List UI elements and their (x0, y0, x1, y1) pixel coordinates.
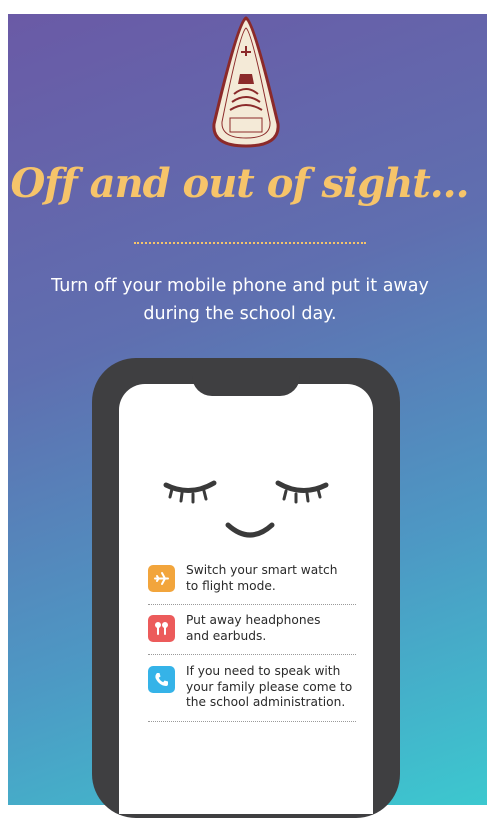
phone-icon (155, 673, 168, 686)
airplane-icon (154, 572, 169, 585)
school-crest-logo (212, 16, 280, 148)
phone-badge (148, 666, 175, 693)
tip-headphones-line-1: Put away headphones (186, 613, 321, 627)
tip-flight-mode-line-1: Switch your smart watch (186, 563, 338, 577)
tip-headphones-line-2: and earbuds. (186, 628, 267, 643)
earbuds-icon (155, 622, 168, 635)
headline: Off and out of sight... (10, 160, 469, 207)
tip-family-contact-line-2: your family please come to (186, 679, 353, 694)
tip-flight-mode-line-2: to flight mode. (186, 578, 276, 593)
subtitle-line-1: Turn off your mobile phone and put it aw… (51, 276, 429, 296)
tip-family-contact-line-1: If you need to speak with (186, 664, 341, 678)
tip-headphones: Put away headphones and earbuds. (148, 613, 356, 655)
subtitle-line-2: during the school day. (143, 304, 337, 324)
dotted-divider (134, 242, 366, 244)
tip-flight-mode: Switch your smart watch to flight mode. (148, 563, 356, 605)
sleeping-face-illustration (163, 480, 329, 538)
subtitle: Turn off your mobile phone and put it aw… (20, 272, 460, 328)
tip-family-contact-line-3: the school administration. (186, 695, 346, 709)
earbuds-badge (148, 615, 175, 642)
tip-family-contact: If you need to speak with your family pl… (148, 664, 356, 722)
airplane-badge (148, 565, 175, 592)
phone-notch (192, 358, 300, 396)
